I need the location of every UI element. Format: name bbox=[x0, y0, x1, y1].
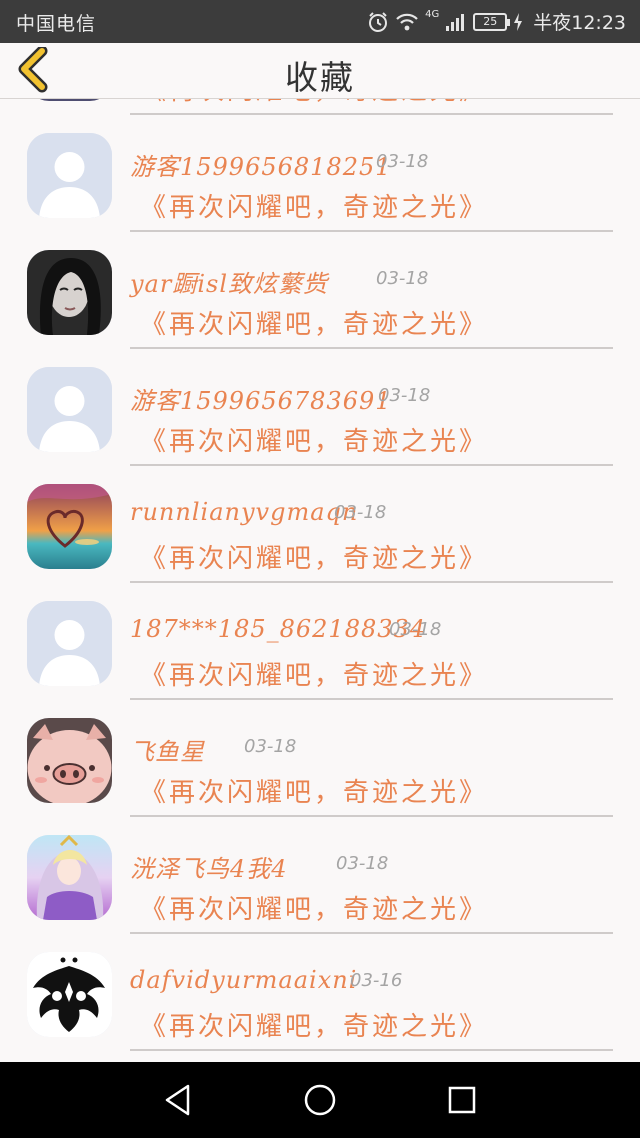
default-avatar-icon bbox=[27, 367, 112, 452]
network-type-label: 4G bbox=[425, 9, 440, 20]
item-date: 03-16 bbox=[350, 970, 403, 991]
list-item[interactable]: dafvidyurmaaixni 03-16 《再次闪耀吧，奇迹之光》 bbox=[0, 934, 640, 1051]
user-name: 洸泽飞鸟4我4 bbox=[130, 855, 288, 883]
alarm-icon bbox=[367, 11, 389, 33]
item-date: 03-18 bbox=[376, 151, 429, 172]
list-item[interactable]: 187***185_862188334 03-18 《再次闪耀吧，奇迹之光》 bbox=[0, 583, 640, 700]
list-item[interactable]: runnlianyvgmaqn 03-18 《再次闪耀吧，奇迹之光》 bbox=[0, 466, 640, 583]
song-title: 《再次闪耀吧，奇迹之光》 bbox=[140, 427, 489, 457]
back-triangle-icon[interactable] bbox=[162, 1082, 194, 1118]
user-name: 游客1599656818251 bbox=[130, 153, 392, 181]
item-date: 03-18 bbox=[378, 385, 431, 406]
song-title: 《再次闪耀吧，奇迹之光》 bbox=[140, 1012, 489, 1042]
user-name: runnlianyvgmaqn bbox=[130, 498, 359, 526]
list-item[interactable]: 飞鱼星 03-18 《再次闪耀吧，奇迹之光》 bbox=[0, 700, 640, 817]
song-title: 《再次闪耀吧，奇迹之光》 bbox=[140, 310, 489, 340]
battery-icon: 25 bbox=[473, 12, 511, 31]
carrier-label: 中国电信 bbox=[16, 13, 97, 35]
favorites-list: 《再次闪耀吧，奇迹之光》 游客1599656818251 03-18 《再次闪耀… bbox=[0, 99, 640, 1062]
charging-icon bbox=[513, 12, 523, 31]
anime-avatar-icon bbox=[27, 835, 112, 920]
header-bar: 收藏 bbox=[0, 43, 640, 99]
default-avatar-icon bbox=[27, 133, 112, 218]
item-date: 03-18 bbox=[334, 502, 387, 523]
user-name: dafvidyurmaaixni bbox=[130, 966, 358, 994]
default-avatar-icon bbox=[27, 601, 112, 686]
item-date: 03-18 bbox=[336, 853, 389, 874]
song-title: 《再次闪耀吧，奇迹之光》 bbox=[140, 193, 489, 223]
recents-square-icon[interactable] bbox=[446, 1082, 478, 1118]
song-title: 《再次闪耀吧，奇迹之光》 bbox=[140, 661, 489, 691]
list-item-partial[interactable]: 《再次闪耀吧，奇迹之光》 bbox=[0, 99, 640, 115]
status-icons: 4G 25 半夜12:23 bbox=[367, 8, 626, 35]
wifi-icon bbox=[395, 12, 419, 32]
song-title: 《再次闪耀吧，奇迹之光》 bbox=[140, 895, 489, 925]
tribal-avatar-icon bbox=[27, 952, 112, 1037]
list-item[interactable]: 洸泽飞鸟4我4 03-18 《再次闪耀吧，奇迹之光》 bbox=[0, 817, 640, 934]
list-item[interactable]: 游客1599656783691 03-18 《再次闪耀吧，奇迹之光》 bbox=[0, 349, 640, 466]
user-name: 游客1599656783691 bbox=[130, 387, 392, 415]
row-divider bbox=[130, 1049, 613, 1051]
photo-avatar-icon bbox=[27, 250, 112, 335]
status-bar: 中国电信 4G 25 半夜12:23 bbox=[0, 0, 640, 43]
item-date: 03-18 bbox=[389, 619, 442, 640]
page-title: 收藏 bbox=[285, 58, 355, 97]
signal-icon bbox=[445, 12, 467, 32]
item-date: 03-18 bbox=[376, 268, 429, 289]
user-name: 187***185_862188334 bbox=[130, 615, 427, 643]
item-date: 03-18 bbox=[244, 736, 297, 757]
user-name: yar蹰isl致炫蘩赀 bbox=[130, 270, 329, 298]
song-title: 《再次闪耀吧，奇迹之光》 bbox=[140, 99, 488, 107]
heart-sunset-avatar-icon bbox=[27, 484, 112, 569]
home-circle-icon[interactable] bbox=[302, 1082, 338, 1118]
song-title: 《再次闪耀吧，奇迹之光》 bbox=[140, 544, 489, 574]
system-nav-bar bbox=[0, 1062, 640, 1138]
pig-avatar-icon bbox=[27, 718, 112, 803]
avatar bbox=[27, 99, 112, 101]
song-title: 《再次闪耀吧，奇迹之光》 bbox=[140, 778, 489, 808]
clock-label: 半夜12:23 bbox=[533, 12, 626, 34]
user-name: 飞鱼星 bbox=[130, 738, 205, 766]
list-item[interactable]: yar蹰isl致炫蘩赀 03-18 《再次闪耀吧，奇迹之光》 bbox=[0, 232, 640, 349]
list-item[interactable]: 游客1599656818251 03-18 《再次闪耀吧，奇迹之光》 bbox=[0, 115, 640, 232]
